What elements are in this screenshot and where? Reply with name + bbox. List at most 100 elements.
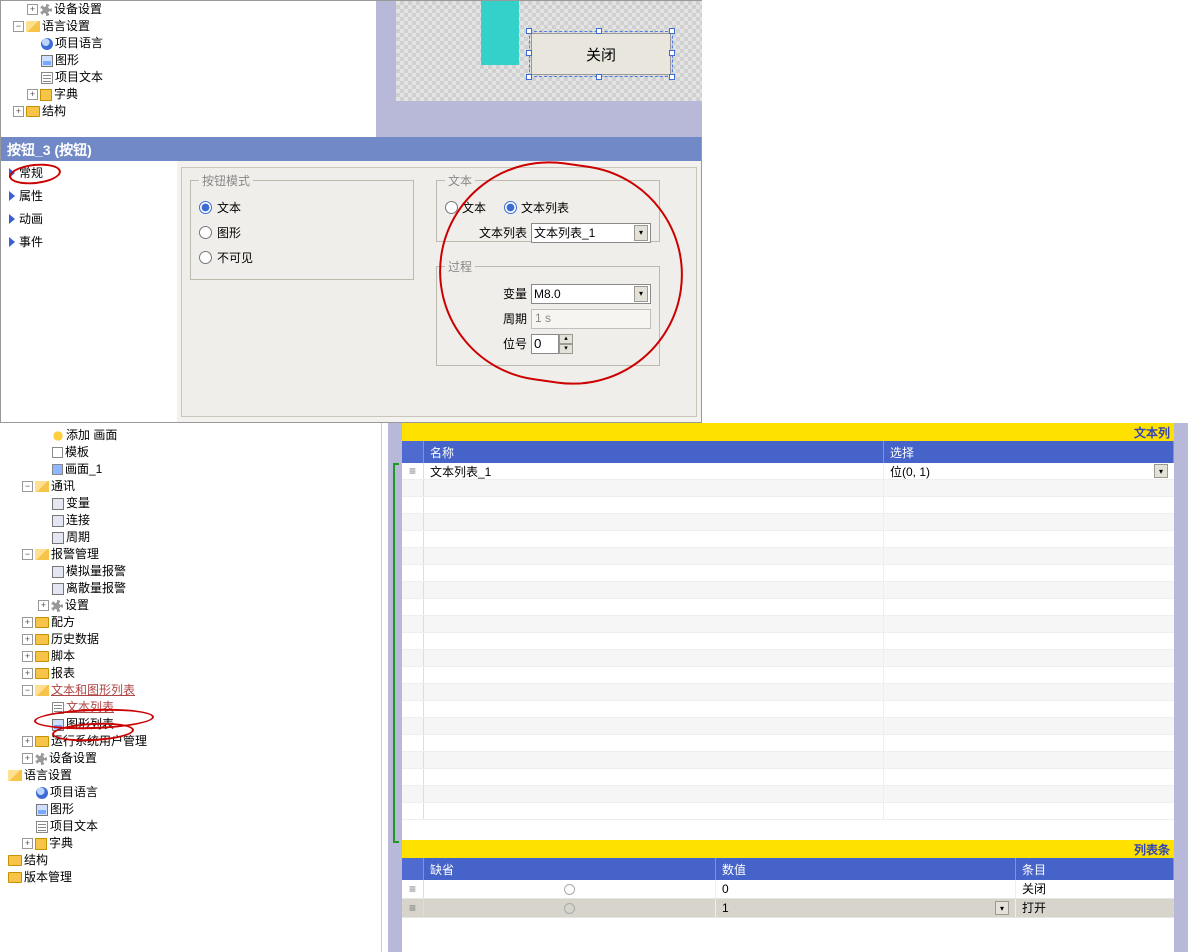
variable-dropdown[interactable]: M8.0▾ xyxy=(531,284,651,304)
table-row[interactable]: ≡ 文本列表_1 位(0, 1)▾ xyxy=(402,463,1174,480)
tree-device-settings[interactable]: 设备设置 xyxy=(49,750,97,767)
cell-entry[interactable]: 打开 xyxy=(1016,899,1174,917)
col-name[interactable]: 名称 xyxy=(424,441,884,463)
text-list-grid[interactable]: ≡ 文本列表_1 位(0, 1)▾ xyxy=(402,463,1174,835)
tree-communication[interactable]: 通讯 xyxy=(51,478,75,495)
cell-name[interactable]: 文本列表_1 xyxy=(424,463,884,479)
tree-add-screen[interactable]: 添加 画面 xyxy=(66,427,117,444)
resize-handle[interactable] xyxy=(596,74,602,80)
tree-dictionary[interactable]: 字典 xyxy=(49,835,73,852)
chevron-down-icon: ▾ xyxy=(995,901,1009,915)
nav-events[interactable]: 事件 xyxy=(1,230,177,253)
cell-value[interactable]: 1▾ xyxy=(716,899,1016,917)
cell-default[interactable] xyxy=(424,880,716,898)
tree-script[interactable]: 脚本 xyxy=(51,648,75,665)
resize-handle[interactable] xyxy=(596,28,602,34)
col-select[interactable]: 选择 xyxy=(884,441,1174,463)
expander-icon[interactable]: − xyxy=(22,549,33,560)
expander-icon[interactable]: − xyxy=(22,481,33,492)
resize-handle[interactable] xyxy=(669,50,675,56)
text-list-dropdown[interactable]: 文本列表_1▾ xyxy=(531,223,651,243)
spin-up[interactable]: ▴ xyxy=(559,334,573,344)
nav-animation[interactable]: 动画 xyxy=(1,207,177,230)
radio-text[interactable] xyxy=(199,201,212,214)
tree-history[interactable]: 历史数据 xyxy=(51,631,99,648)
expander-icon[interactable]: + xyxy=(22,668,33,679)
tree-item-dictionary[interactable]: 字典 xyxy=(54,86,78,103)
nav-attributes[interactable]: 属性 xyxy=(1,184,177,207)
tree-text-list[interactable]: 文本列表 xyxy=(66,699,114,716)
expander-icon[interactable]: + xyxy=(38,600,49,611)
radio-graphic[interactable] xyxy=(199,226,212,239)
radio-invisible[interactable] xyxy=(199,251,212,264)
cell-default[interactable] xyxy=(424,899,716,917)
resize-handle[interactable] xyxy=(669,74,675,80)
expander-icon[interactable]: + xyxy=(22,617,33,628)
expander-icon[interactable]: + xyxy=(27,4,38,15)
tree-variables[interactable]: 变量 xyxy=(66,495,90,512)
expander-icon[interactable]: + xyxy=(22,634,33,645)
tree-item-language-settings[interactable]: 语言设置 xyxy=(42,18,90,35)
spin-down[interactable]: ▾ xyxy=(559,344,573,354)
expander-icon[interactable]: + xyxy=(22,736,33,747)
expander-icon[interactable]: − xyxy=(22,685,33,696)
table-row[interactable]: ≡ 0 关闭 xyxy=(402,880,1174,899)
tree-item-project-language[interactable]: 项目语言 xyxy=(55,35,103,52)
cell-entry[interactable]: 关闭 xyxy=(1016,880,1174,898)
tree-screen1[interactable]: 画面_1 xyxy=(65,461,102,478)
row-marker: ≡ xyxy=(402,880,424,898)
tree-runtime-user-mgmt[interactable]: 运行系统用户管理 xyxy=(51,733,147,750)
expander-icon[interactable]: + xyxy=(22,651,33,662)
project-tree-top[interactable]: + 设备设置 − 语言设置 项目语言 图形 项目文本 + 字典 + 结构 xyxy=(1,1,376,137)
tree-template[interactable]: 模板 xyxy=(65,444,89,461)
table-row[interactable]: ≡ 1▾ 打开 xyxy=(402,899,1174,918)
expander-icon[interactable]: + xyxy=(13,106,24,117)
tree-alarm-management[interactable]: 报警管理 xyxy=(51,546,99,563)
tree-version-management[interactable]: 版本管理 xyxy=(24,869,72,886)
tree-discrete-alarm[interactable]: 离散量报警 xyxy=(66,580,126,597)
radio-text-list[interactable] xyxy=(504,201,517,214)
tree-structure[interactable]: 结构 xyxy=(24,852,48,869)
graphics-icon xyxy=(36,804,48,816)
expander-icon[interactable]: − xyxy=(13,21,24,32)
tree-recipe[interactable]: 配方 xyxy=(51,614,75,631)
tree-connections[interactable]: 连接 xyxy=(66,512,90,529)
radio-icon[interactable] xyxy=(564,884,575,895)
tree-graphic-list[interactable]: 图形列表 xyxy=(66,716,114,733)
cyan-shape[interactable] xyxy=(481,1,519,65)
tree-item-structure[interactable]: 结构 xyxy=(42,103,66,120)
tree-language-settings[interactable]: 语言设置 xyxy=(24,767,72,784)
resize-handle[interactable] xyxy=(526,28,532,34)
tree-graphics[interactable]: 图形 xyxy=(50,801,74,818)
bit-input[interactable] xyxy=(531,334,559,354)
expander-icon[interactable]: + xyxy=(22,838,33,849)
col-default[interactable]: 缺省 xyxy=(424,858,716,880)
col-entry[interactable]: 条目 xyxy=(1016,858,1174,880)
nav-general[interactable]: 常规 xyxy=(1,161,177,184)
expander-icon[interactable]: + xyxy=(27,89,38,100)
tree-item-device-settings[interactable]: 设备设置 xyxy=(54,1,102,18)
screen-canvas[interactable]: 关闭 xyxy=(376,1,702,137)
bit-number-spinner[interactable]: ▴▾ xyxy=(531,334,575,354)
tree-analog-alarm[interactable]: 模拟量报警 xyxy=(66,563,126,580)
tree-project-text[interactable]: 项目文本 xyxy=(50,818,98,835)
cell-select[interactable]: 位(0, 1)▾ xyxy=(884,463,1174,479)
project-tree-bottom[interactable]: 添加 画面 模板 画面_1 − 通讯 变量 连接 周期 − 报警管理 模拟量报警 离… xyxy=(0,423,382,952)
resize-handle[interactable] xyxy=(526,74,532,80)
resize-handle[interactable] xyxy=(526,50,532,56)
radio-plain-text[interactable] xyxy=(445,201,458,214)
cell-value[interactable]: 0 xyxy=(716,880,1016,898)
radio-icon[interactable] xyxy=(564,903,575,914)
expander-icon[interactable]: + xyxy=(22,753,33,764)
resize-handle[interactable] xyxy=(669,28,675,34)
tree-text-graphics-lists[interactable]: 文本和图形列表 xyxy=(51,682,135,699)
col-value[interactable]: 数值 xyxy=(716,858,1016,880)
add-icon xyxy=(52,430,64,442)
tree-report[interactable]: 报表 xyxy=(51,665,75,682)
tree-alarm-settings[interactable]: 设置 xyxy=(65,597,89,614)
entries-grid[interactable]: ≡ 0 关闭 ≡ 1▾ 打开 xyxy=(402,880,1174,918)
tree-item-project-text[interactable]: 项目文本 xyxy=(55,69,103,86)
tree-project-language[interactable]: 项目语言 xyxy=(50,784,98,801)
tree-cycles[interactable]: 周期 xyxy=(66,529,90,546)
tree-item-graphics[interactable]: 图形 xyxy=(55,52,79,69)
